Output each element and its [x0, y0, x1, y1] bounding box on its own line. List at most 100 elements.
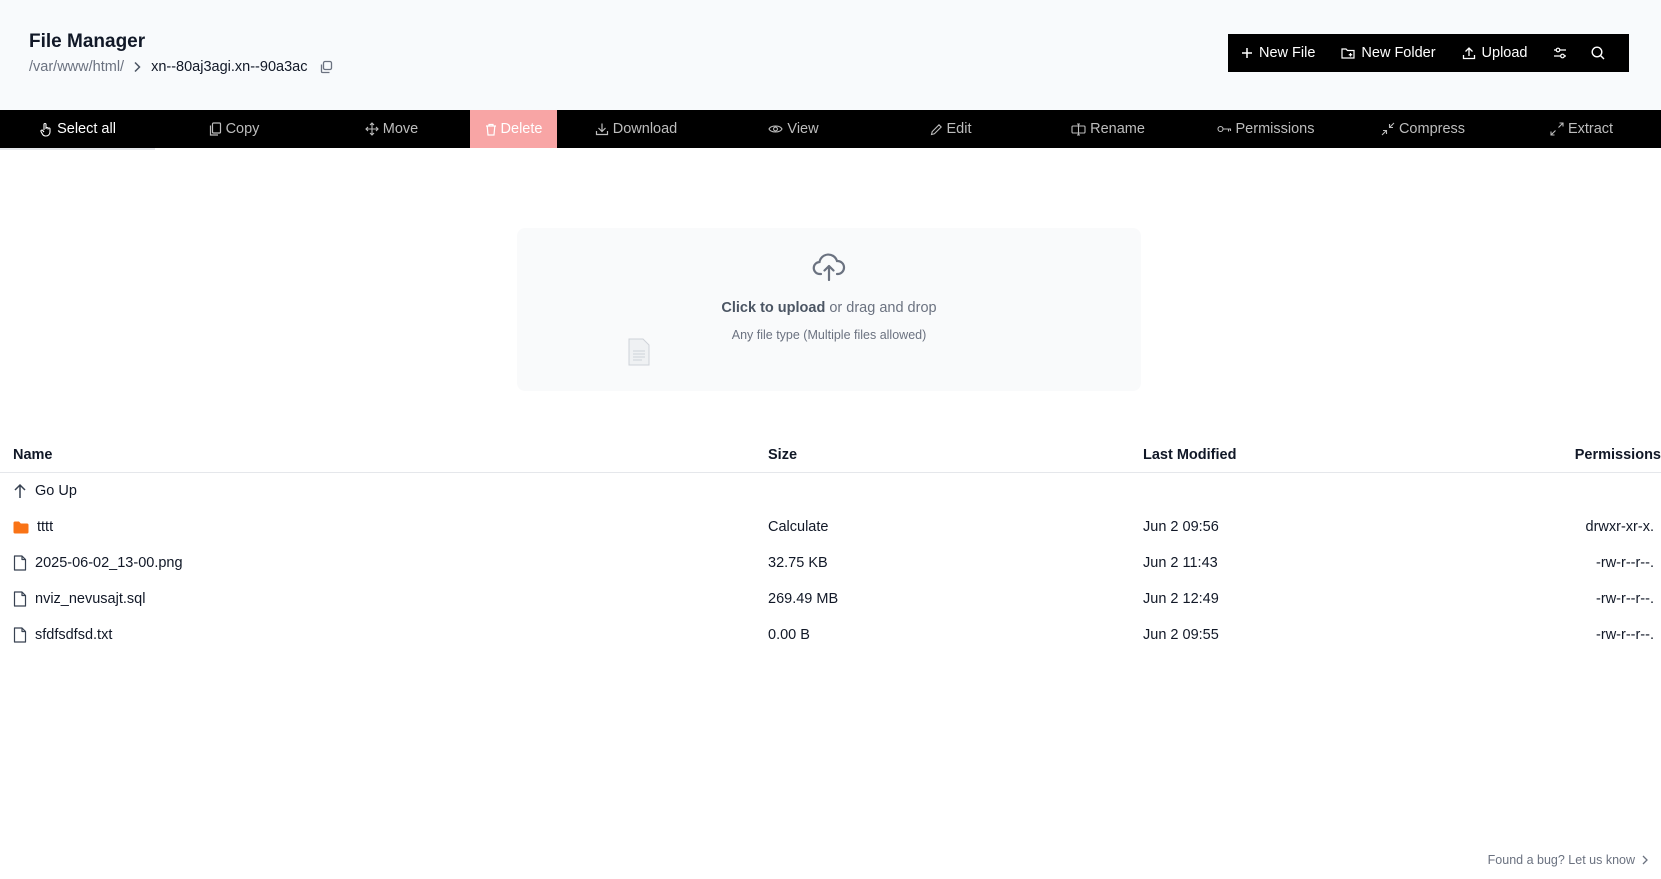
edit-label: Edit	[946, 121, 972, 137]
go-up-row[interactable]: Go Up	[0, 473, 1661, 509]
name-cell: 2025-06-02_13-00.png	[13, 545, 183, 581]
arrow-up-icon	[14, 483, 26, 498]
upload-label: Upload	[1481, 45, 1528, 61]
copy-icon[interactable]	[319, 60, 333, 74]
new-folder-label: New Folder	[1361, 45, 1436, 61]
pointer-hand-icon	[40, 122, 51, 137]
move-label: Move	[382, 121, 419, 137]
column-header-size[interactable]: Size	[768, 447, 797, 463]
size-cell[interactable]: Calculate	[768, 509, 828, 545]
modified-cell: Jun 2 09:55	[1143, 627, 1219, 643]
rename-button[interactable]: Rename	[1029, 110, 1187, 148]
document-icon	[628, 338, 650, 366]
file-name: 2025-06-02_13-00.png	[35, 555, 183, 571]
move-icon	[364, 122, 379, 136]
new-folder-button[interactable]: New Folder	[1328, 34, 1448, 72]
upload-dropzone[interactable]: Click to upload or drag and drop Any fil…	[517, 228, 1141, 391]
header: File Manager /var/www/html/ xn--80aj3agi…	[0, 0, 1661, 110]
permissions-cell: -rw-r--r--.	[1596, 555, 1654, 571]
file-toolbar: Select all Copy Move Delete Download Vie…	[0, 110, 1661, 148]
modified-cell: Jun 2 09:56	[1143, 519, 1219, 535]
name-cell: nviz_nevusajt.sql	[13, 581, 145, 617]
copy-label: Copy	[225, 121, 260, 137]
breadcrumb: /var/www/html/ xn--80aj3agi.xn--90a3ac	[29, 57, 333, 77]
bug-report-label: Found a bug? Let us know	[1487, 853, 1635, 867]
sliders-icon	[1553, 47, 1566, 59]
edit-button[interactable]: Edit	[872, 110, 1029, 148]
copy-icon	[209, 122, 221, 136]
file-icon	[13, 627, 27, 643]
permissions-cell: drwxr-xr-x.	[1585, 519, 1654, 535]
header-actions: New File New Folder Upload	[1228, 34, 1629, 72]
chevron-right-icon	[1642, 855, 1648, 865]
column-header-modified[interactable]: Last Modified	[1143, 447, 1236, 463]
folder-plus-icon	[1341, 48, 1356, 59]
search-icon	[1590, 46, 1604, 60]
table-row[interactable]: nviz_nevusajt.sql 269.49 MB Jun 2 12:49 …	[0, 581, 1661, 617]
modified-cell: Jun 2 12:49	[1143, 591, 1219, 607]
compress-button[interactable]: Compress	[1344, 110, 1502, 148]
name-cell: sfdfsdfsd.txt	[13, 617, 112, 653]
go-up-cell: Go Up	[13, 473, 77, 509]
move-button[interactable]: Move	[313, 110, 470, 148]
permissions-cell: -rw-r--r--.	[1596, 627, 1654, 643]
pencil-icon	[930, 123, 942, 135]
rename-icon	[1071, 122, 1086, 136]
upload-button[interactable]: Upload	[1449, 34, 1541, 72]
delete-label: Delete	[500, 121, 543, 137]
eye-icon	[768, 125, 784, 133]
file-name: nviz_nevusajt.sql	[35, 591, 146, 607]
breadcrumb-current: xn--80aj3agi.xn--90a3ac	[151, 59, 308, 75]
delete-button[interactable]: Delete	[470, 110, 557, 148]
upload-rest: or drag and drop	[825, 300, 937, 316]
download-icon	[595, 123, 608, 136]
selection-underline	[0, 148, 155, 150]
rename-label: Rename	[1090, 121, 1145, 137]
folder-icon	[13, 521, 29, 533]
new-file-label: New File	[1259, 45, 1316, 61]
key-icon	[1216, 125, 1231, 133]
new-file-button[interactable]: New File	[1228, 34, 1328, 72]
table-row[interactable]: 2025-06-02_13-00.png 32.75 KB Jun 2 11:4…	[0, 545, 1661, 581]
select-all-label: Select all	[57, 121, 116, 137]
download-label: Download	[612, 121, 678, 137]
file-icon	[13, 555, 27, 571]
file-name: sfdfsdfsd.txt	[35, 627, 113, 643]
permissions-label: Permissions	[1235, 121, 1315, 137]
download-button[interactable]: Download	[557, 110, 715, 148]
permissions-button[interactable]: Permissions	[1187, 110, 1344, 148]
bug-report-link[interactable]: Found a bug? Let us know	[1488, 853, 1649, 867]
modified-cell: Jun 2 11:43	[1143, 555, 1218, 571]
file-icon	[13, 591, 27, 607]
page-title: File Manager	[29, 31, 146, 52]
filter-settings-button[interactable]	[1541, 34, 1579, 72]
name-cell: tttt	[13, 509, 53, 545]
upload-icon	[1462, 47, 1475, 60]
expand-icon	[1550, 122, 1564, 136]
trash-icon	[485, 123, 496, 136]
size-cell: 269.49 MB	[768, 591, 839, 607]
select-all-button[interactable]: Select all	[0, 110, 155, 148]
permissions-cell: -rw-r--r--.	[1596, 591, 1654, 607]
upload-cta: Click to upload	[721, 300, 826, 316]
size-cell: 0.00 B	[768, 627, 810, 643]
extract-label: Extract	[1567, 121, 1614, 137]
extract-button[interactable]: Extract	[1502, 110, 1661, 148]
go-up-label: Go Up	[35, 483, 77, 499]
view-button[interactable]: View	[715, 110, 872, 148]
cloud-upload-icon	[812, 253, 846, 281]
chevron-right-icon	[132, 61, 142, 73]
size-cell: 32.75 KB	[768, 555, 828, 571]
column-header-permissions[interactable]: Permissions	[1575, 447, 1661, 463]
table-row[interactable]: tttt Calculate Jun 2 09:56 drwxr-xr-x.	[0, 509, 1661, 545]
table-row[interactable]: sfdfsdfsd.txt 0.00 B Jun 2 09:55 -rw-r--…	[0, 617, 1661, 653]
view-label: View	[787, 121, 819, 137]
copy-button[interactable]: Copy	[155, 110, 313, 148]
plus-icon	[1242, 48, 1252, 58]
search-button[interactable]	[1579, 34, 1617, 72]
breadcrumb-root[interactable]: /var/www/html/	[29, 59, 124, 75]
column-header-name[interactable]: Name	[13, 447, 53, 463]
file-name: tttt	[37, 519, 54, 535]
compress-icon	[1381, 122, 1395, 136]
upload-instruction: Click to upload or drag and drop	[517, 300, 1141, 316]
